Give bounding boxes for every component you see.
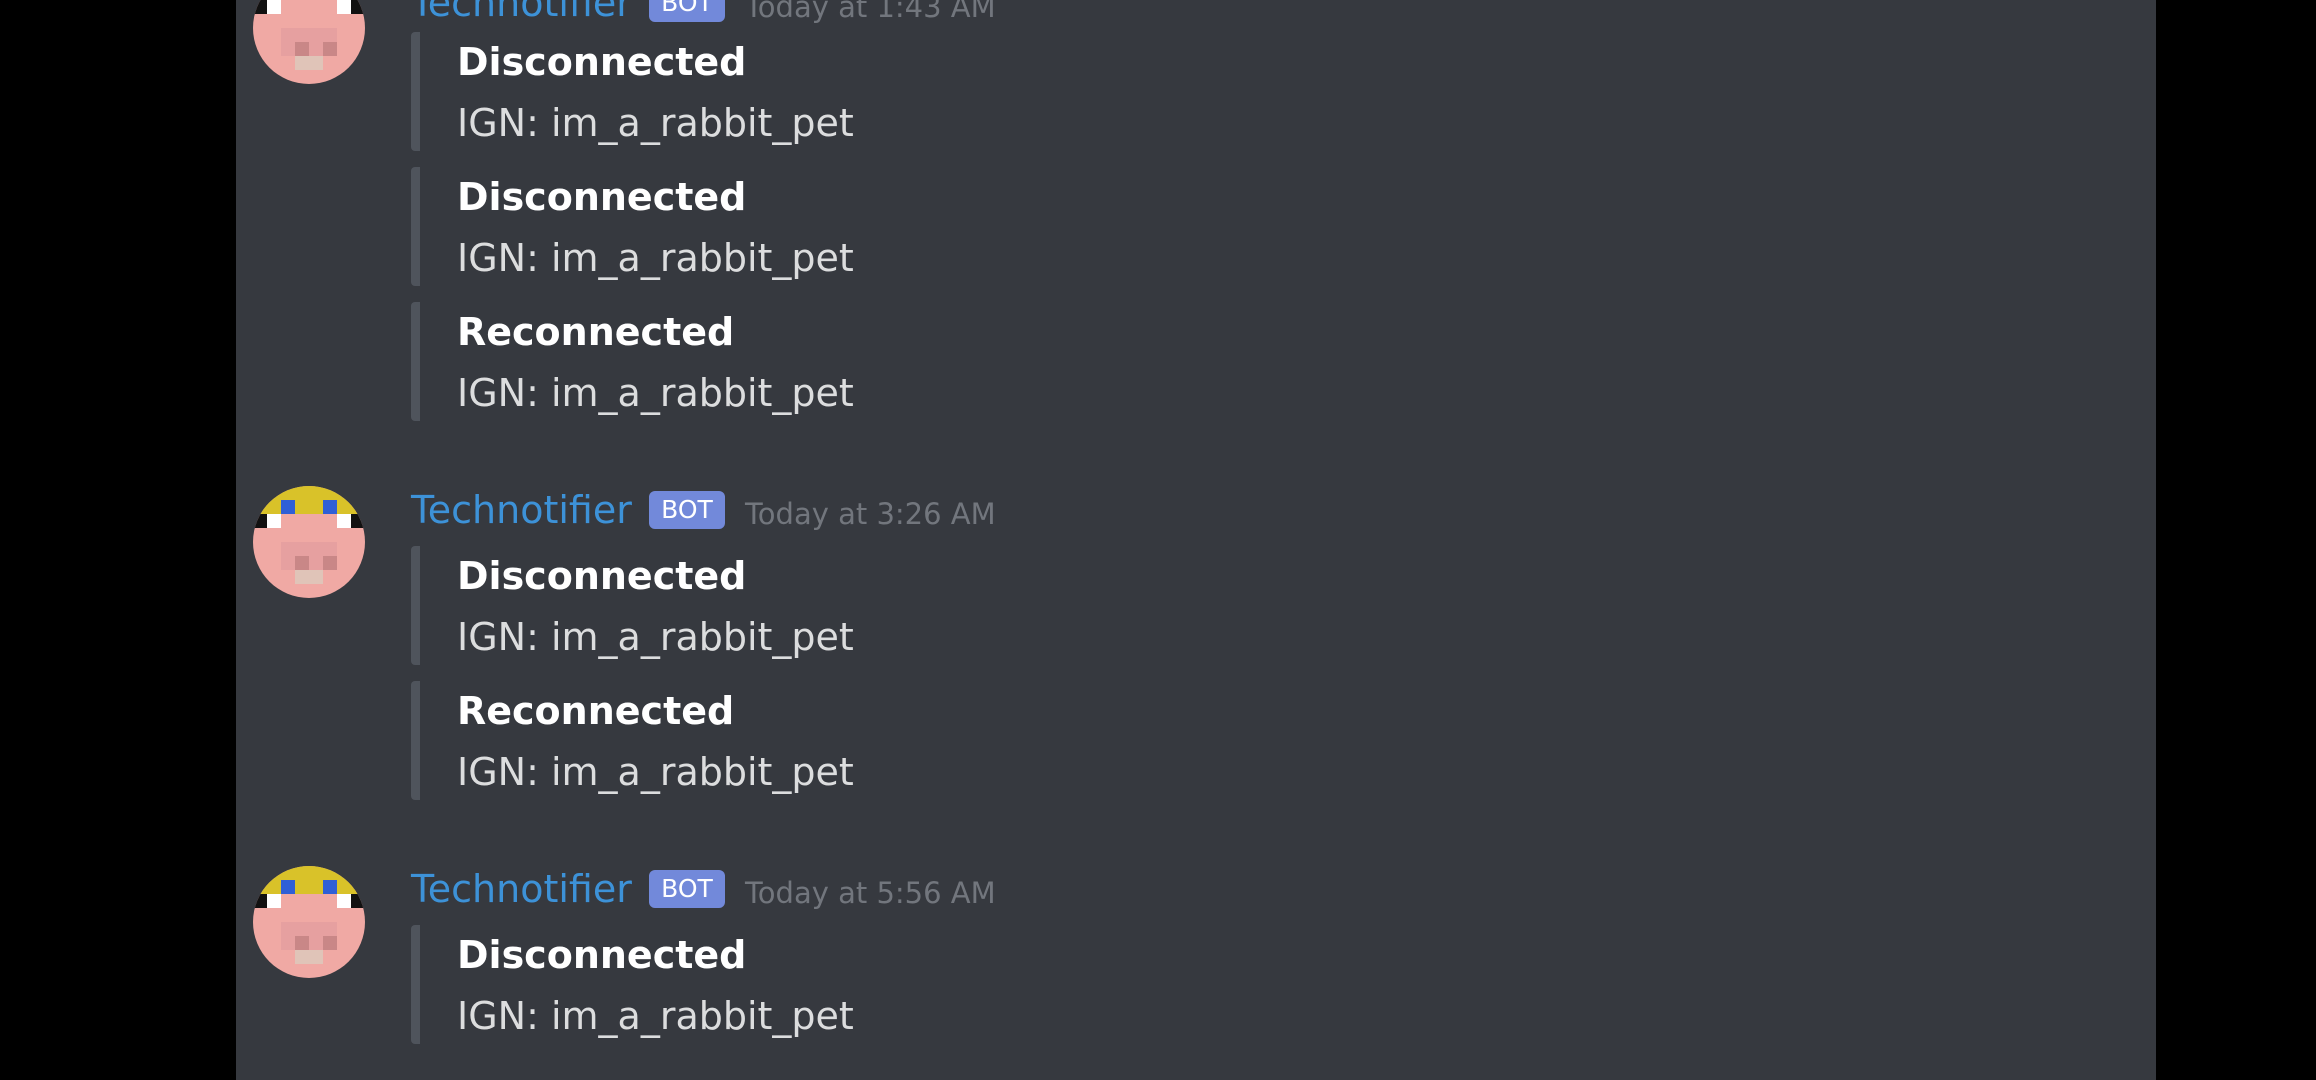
embed: Disconnected IGN: im_a_rabbit_pet — [411, 925, 1020, 1044]
pig-miner-helmet-icon[interactable] — [253, 866, 365, 978]
embed-description: IGN: im_a_rabbit_pet — [457, 750, 854, 794]
embed-title: Disconnected — [457, 554, 747, 598]
author-name[interactable]: Technotifier — [411, 485, 632, 535]
chat-messages-pane[interactable]: Technotifier BOT Today at 1:43 AM Discon… — [236, 0, 2156, 1080]
bot-badge: BOT — [649, 0, 725, 22]
embed: Reconnected IGN: im_a_rabbit_pet — [411, 681, 1020, 800]
embed-description: IGN: im_a_rabbit_pet — [457, 236, 854, 280]
embed-title: Disconnected — [457, 933, 747, 977]
embed-title: Disconnected — [457, 175, 747, 219]
embed-description: IGN: im_a_rabbit_pet — [457, 101, 854, 145]
embed-description: IGN: im_a_rabbit_pet — [457, 994, 854, 1038]
embed-description: IGN: im_a_rabbit_pet — [457, 371, 854, 415]
pig-miner-helmet-icon[interactable] — [253, 0, 365, 84]
embed: Disconnected IGN: im_a_rabbit_pet — [411, 32, 1020, 151]
embed-title: Reconnected — [457, 310, 735, 354]
bot-badge: BOT — [649, 870, 725, 908]
embed-title: Disconnected — [457, 40, 747, 84]
embed-title: Reconnected — [457, 689, 735, 733]
embed: Disconnected IGN: im_a_rabbit_pet — [411, 546, 1020, 665]
bot-badge: BOT — [649, 491, 725, 529]
embed-description: IGN: im_a_rabbit_pet — [457, 615, 854, 659]
pig-miner-helmet-icon[interactable] — [253, 486, 365, 598]
embed: Reconnected IGN: im_a_rabbit_pet — [411, 302, 1020, 421]
embed: Disconnected IGN: im_a_rabbit_pet — [411, 167, 1020, 286]
author-name[interactable]: Technotifier — [411, 0, 632, 28]
timestamp[interactable]: Today at 1:43 AM — [745, 0, 996, 32]
timestamp[interactable]: Today at 3:26 AM — [745, 489, 996, 539]
author-name[interactable]: Technotifier — [411, 864, 632, 914]
screen: Technotifier BOT Today at 1:43 AM Discon… — [0, 0, 2316, 1080]
timestamp[interactable]: Today at 5:56 AM — [745, 868, 996, 918]
